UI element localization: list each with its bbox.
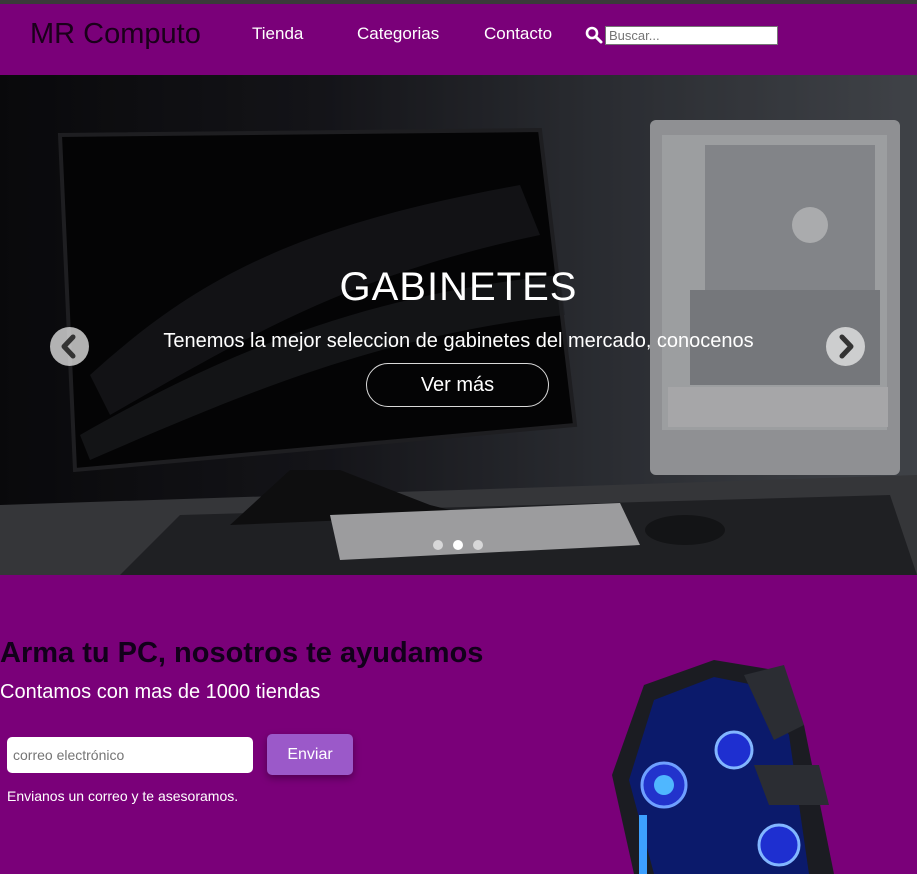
promo-title: Arma tu PC, nosotros te ayudamos — [0, 637, 484, 669]
ver-mas-button[interactable]: Ver más — [366, 363, 549, 407]
chevron-left-icon — [61, 334, 76, 359]
brand-logo[interactable]: MR Computo — [30, 18, 201, 51]
search-input[interactable] — [605, 26, 778, 45]
hero-title: GABINETES — [339, 265, 578, 309]
promo-subtitle: Contamos con mas de 1000 tiendas — [0, 681, 321, 703]
hero-carousel: GABINETES Tenemos la mejor seleccion de … — [0, 75, 917, 575]
nav-link-categorias[interactable]: Categorias — [357, 24, 439, 44]
promo-section: Arma tu PC, nosotros te ayudamos Contamo… — [0, 575, 917, 874]
navbar: MR Computo Tienda Categorias Contacto — [0, 4, 917, 75]
email-field[interactable] — [7, 737, 253, 773]
hero-subtitle: Tenemos la mejor seleccion de gabinetes … — [163, 330, 754, 352]
carousel-prev-button[interactable] — [50, 327, 89, 366]
nav-link-contacto[interactable]: Contacto — [484, 24, 552, 44]
carousel-dot-1[interactable] — [433, 540, 443, 550]
gaming-pc-image — [612, 660, 834, 874]
hero-overlay — [0, 75, 917, 575]
promo-note: Envianos un correo y te asesoramos. — [7, 788, 239, 804]
carousel-dot-2[interactable] — [453, 540, 463, 550]
nav-link-tienda[interactable]: Tienda — [252, 24, 303, 44]
carousel-dot-3[interactable] — [473, 540, 483, 550]
send-button[interactable]: Enviar — [267, 734, 353, 775]
carousel-next-button[interactable] — [826, 327, 865, 366]
search-icon[interactable] — [585, 26, 603, 44]
chevron-right-icon — [839, 334, 854, 359]
